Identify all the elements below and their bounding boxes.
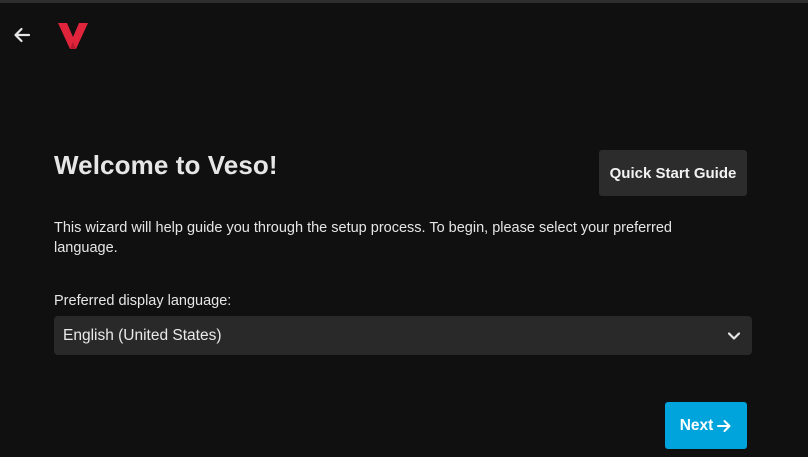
arrow-right-icon [717,419,731,432]
language-select[interactable]: English (United States) [54,316,752,355]
next-button-label: Next [679,416,714,434]
setup-wizard-page: Welcome to Veso! Quick Start Guide This … [0,0,808,457]
page-title: Welcome to Veso! [54,150,278,180]
next-button[interactable]: Next [665,402,747,449]
header-bar [0,3,808,63]
language-select-value: English (United States) [63,327,222,344]
quick-start-guide-button[interactable]: Quick Start Guide [599,150,747,196]
intro-text: This wizard will help guide you through … [54,220,672,256]
arrow-left-icon [14,27,31,43]
chevron-down-icon [727,332,741,340]
language-label: Preferred display language: [54,293,232,309]
back-button[interactable] [8,21,36,49]
veso-logo [58,23,88,49]
